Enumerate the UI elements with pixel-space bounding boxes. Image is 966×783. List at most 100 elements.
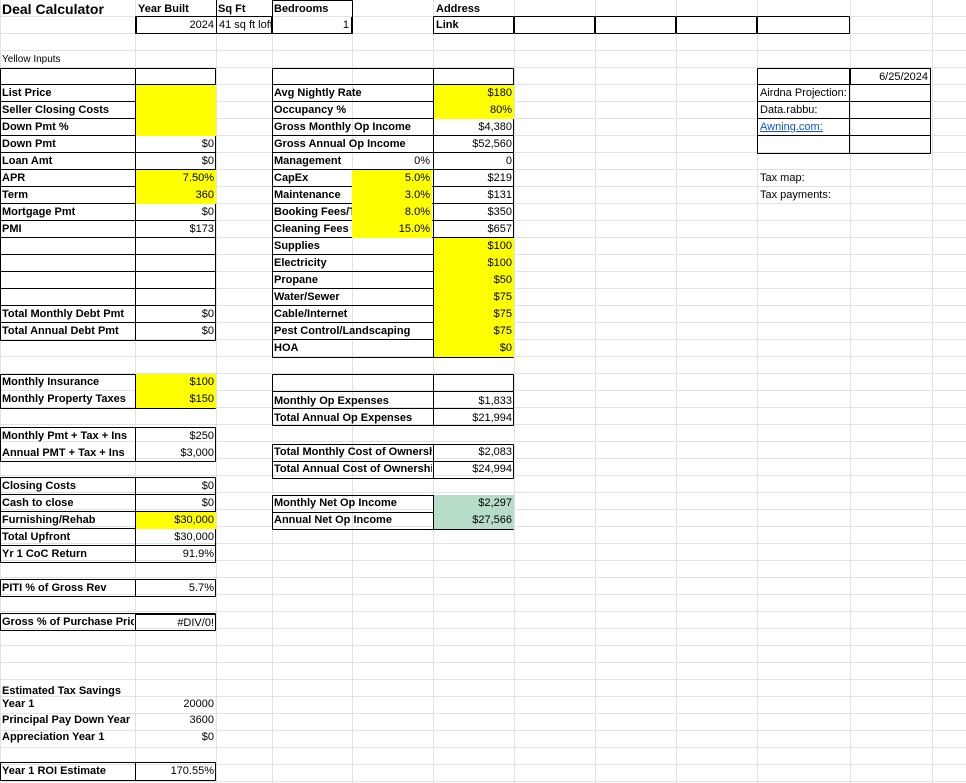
ops-value-15[interactable]: $0 [434,340,514,357]
ops-pct-8[interactable]: 15.0% [352,221,432,238]
roi-label[interactable]: Year 1 ROI Estimate [0,763,134,780]
debt-value-1[interactable]: $0 [136,323,216,340]
ops-label-13[interactable]: Cable/Internet [272,306,352,323]
ops-value-8[interactable]: $657 [434,221,514,238]
loan-label-6[interactable]: Term [0,187,134,204]
upfront-label-0[interactable]: Closing Costs [0,478,134,495]
ownership-label-1[interactable]: Total Annual Cost of Ownership [272,461,432,478]
debt-value-0[interactable]: $0 [136,306,216,323]
principal-label[interactable]: Principal Pay Down Year 1 [0,712,134,729]
upfront-value-3[interactable]: $30,000 [136,529,216,546]
loan-value-1[interactable] [136,102,216,119]
ops-value-5[interactable]: $219 [434,170,514,187]
net-label-0[interactable]: Monthly Net Op Income [272,495,432,512]
yellow-inputs-label[interactable]: Yellow Inputs [0,51,134,68]
ops-label-10[interactable]: Electricity [272,255,352,272]
insurance-value-0[interactable]: $100 [136,374,216,391]
ops-label-2[interactable]: Gross Monthly Op Income [272,119,411,136]
ops-label-5[interactable]: CapEx [272,170,352,187]
loan-value-3[interactable]: $0 [136,136,216,153]
spreadsheet[interactable]: Deal Calculator Year Built 2024 Sq Ft 41… [0,0,966,783]
loan-value-6[interactable]: 360 [136,187,216,204]
gross-pct-value[interactable]: #DIV/0! [136,614,216,631]
ops-pct-5[interactable]: 5.0% [352,170,432,187]
insurance-label-0[interactable]: Monthly Insurance [0,374,134,391]
date-cell[interactable]: 6/25/2024 [850,68,931,85]
piti-pct-value[interactable]: 5.7% [136,580,216,597]
sqft-value[interactable]: 41 sq ft loft [216,17,272,34]
loan-label-4[interactable]: Loan Amt [0,153,134,170]
loan-label-1[interactable]: Seller Closing Costs [0,102,134,119]
piti-value-1[interactable]: $3,000 [136,445,216,462]
ops-label-8[interactable]: Cleaning Fees [272,221,352,238]
taxpayments-label[interactable]: Tax payments: [758,187,850,204]
debt-label-1[interactable]: Total Annual Debt Pmt [0,323,134,340]
ops-value-1[interactable]: 80% [434,102,514,119]
principal-value[interactable]: 3600 [136,712,216,729]
loan-value-2[interactable] [136,119,216,136]
net-value-1[interactable]: $27,566 [434,512,514,529]
ops-value-2[interactable]: $4,380 [434,119,514,136]
loan-value-8[interactable]: $173 [136,221,216,238]
net-value-0[interactable]: $2,297 [434,495,514,512]
appreciation-label[interactable]: Appreciation Year 1 [0,729,134,746]
op-expenses-value-0[interactable]: $1,833 [434,393,514,410]
ops-value-10[interactable]: $100 [434,255,514,272]
bedrooms-value[interactable]: 1 [272,17,352,34]
upfront-value-4[interactable]: 91.9% [136,546,216,563]
gross-pct-label[interactable]: Gross % of Purchase Price [0,614,134,631]
upfront-value-1[interactable]: $0 [136,495,216,512]
ops-value-6[interactable]: $131 [434,187,514,204]
ops-label-11[interactable]: Propane [272,272,352,289]
piti-value-0[interactable]: $250 [136,428,216,445]
awning-link[interactable]: Awning.com: [758,119,850,136]
ops-pct-4[interactable]: 0% [352,153,432,170]
airdna-label[interactable]: Airdna Projection: [758,85,850,102]
loan-label-5[interactable]: APR [0,170,134,187]
sheet-title[interactable]: Deal Calculator [0,0,134,18]
ops-value-12[interactable]: $75 [434,289,514,306]
op-expenses-label-1[interactable]: Total Annual Op Expenses [272,410,432,427]
ops-value-14[interactable]: $75 [434,323,514,340]
roi-value[interactable]: 170.55% [136,763,216,780]
ops-value-13[interactable]: $75 [434,306,514,323]
ops-label-0[interactable]: Avg Nightly Rate [272,85,362,102]
loan-value-0[interactable] [136,85,216,102]
ops-label-1[interactable]: Occupancy % [272,102,352,119]
tax-savings-year-label[interactable]: Year 1 [0,696,134,713]
ops-label-12[interactable]: Water/Sewer [272,289,352,306]
year-built-label[interactable]: Year Built [136,1,216,18]
upfront-label-2[interactable]: Furnishing/Rehab [0,512,134,529]
op-expenses-label-0[interactable]: Monthly Op Expenses [272,393,432,410]
ops-value-9[interactable]: $100 [434,238,514,255]
loan-label-8[interactable]: PMI [0,221,134,238]
address-label[interactable]: Address [434,1,514,18]
ops-pct-6[interactable]: 3.0% [352,187,432,204]
net-label-1[interactable]: Annual Net Op Income [272,512,432,529]
upfront-value-2[interactable]: $30,000 [136,512,216,529]
insurance-label-1[interactable]: Monthly Property Taxes [0,391,134,408]
upfront-label-3[interactable]: Total Upfront [0,529,134,546]
datarabbu-label[interactable]: Data.rabbu: [758,102,850,119]
piti-pct-label[interactable]: PITI % of Gross Rev [0,580,134,597]
ownership-label-0[interactable]: Total Monthly Cost of Ownership [272,444,432,461]
tax-savings-value[interactable]: 20000 [136,696,216,713]
loan-label-0[interactable]: List Price [0,85,134,102]
bedrooms-label[interactable]: Bedrooms [272,1,352,18]
appreciation-value[interactable]: $0 [136,729,216,746]
ops-label-3[interactable]: Gross Annual Op Income [272,136,406,153]
ops-value-3[interactable]: $52,560 [434,136,514,153]
upfront-value-0[interactable]: $0 [136,478,216,495]
ops-label-9[interactable]: Supplies [272,238,352,255]
ops-label-7[interactable]: Booking Fees/T [272,204,356,221]
insurance-value-1[interactable]: $150 [136,391,216,408]
ops-label-4[interactable]: Management [272,153,352,170]
loan-label-2[interactable]: Down Pmt % [0,119,134,136]
piti-label-1[interactable]: Annual PMT + Tax + Ins [0,445,134,462]
loan-label-3[interactable]: Down Pmt [0,136,134,153]
piti-label-0[interactable]: Monthly Pmt + Tax + Ins [0,428,134,445]
ops-label-6[interactable]: Maintenance [272,187,352,204]
link-label[interactable]: Link [434,17,514,34]
ops-pct-7[interactable]: 8.0% [352,204,432,221]
sqft-label[interactable]: Sq Ft [216,1,272,18]
